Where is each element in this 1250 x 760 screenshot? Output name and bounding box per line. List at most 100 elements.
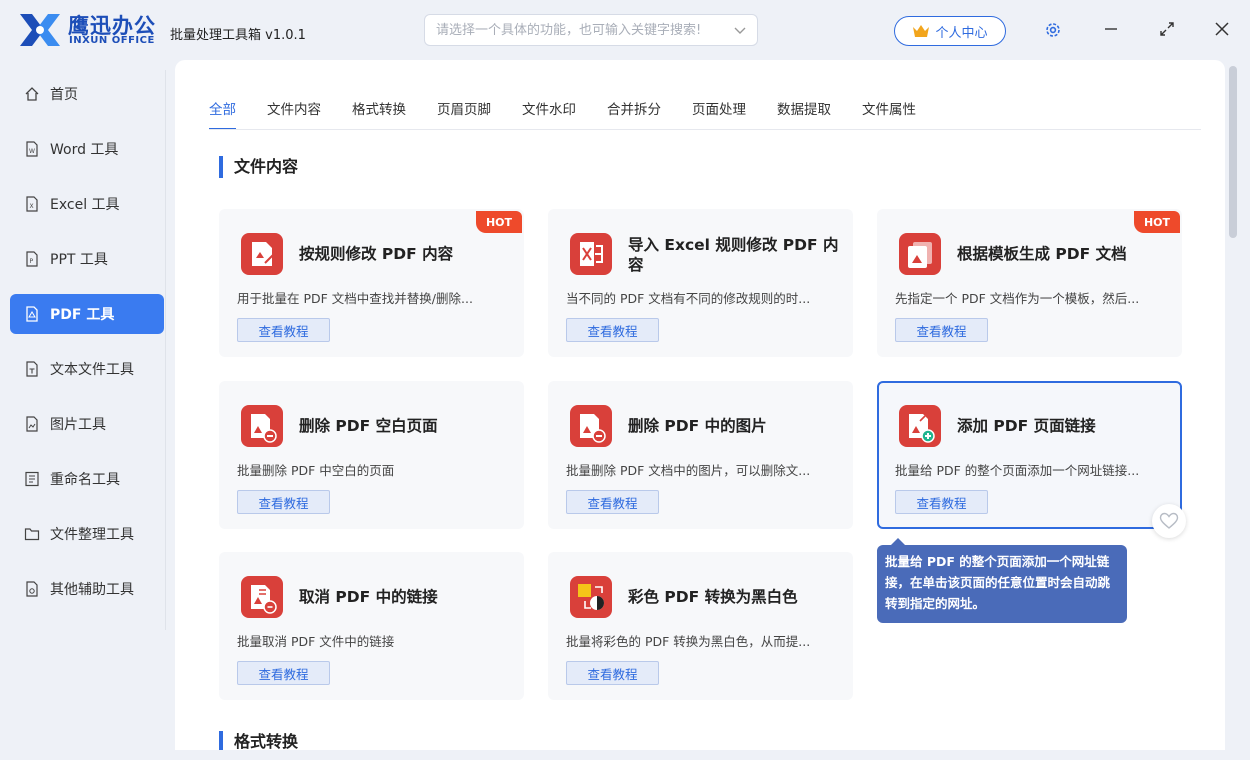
tab-file-properties[interactable]: 文件属性 <box>862 98 916 130</box>
svg-text:W: W <box>29 148 35 155</box>
sidebar-item-label: PPT 工具 <box>50 252 108 268</box>
tool-card[interactable]: 删除 PDF 中的图片 批量删除 PDF 文档中的图片，可以删除文... 查看教… <box>548 381 853 529</box>
card-description: 批量将彩色的 PDF 转换为黑白色，从而提... <box>566 634 811 649</box>
card-description: 先指定一个 PDF 文档作为一个模板，然后... <box>895 291 1140 306</box>
sidebar-item-organize[interactable]: 文件整理工具 <box>10 514 164 554</box>
sidebar-item-ppt[interactable]: P PPT 工具 <box>10 239 164 279</box>
sidebar-item-pdf[interactable]: PDF 工具 <box>10 294 164 334</box>
view-tutorial-button[interactable]: 查看教程 <box>237 490 330 514</box>
tool-card-selected[interactable]: 添加 PDF 页面链接 批量给 PDF 的整个页面添加一个网址链接... 查看教… <box>877 381 1182 529</box>
card-description: 批量删除 PDF 文档中的图片，可以删除文... <box>566 463 811 478</box>
pdf-add-link-icon <box>899 405 941 447</box>
card-title: 按规则修改 PDF 内容 <box>299 245 454 263</box>
svg-text:P: P <box>30 258 34 265</box>
sidebar-item-excel[interactable]: X Excel 工具 <box>10 184 164 224</box>
pdf-remove-link-icon <box>241 576 283 618</box>
word-file-icon: W <box>26 141 38 157</box>
close-icon[interactable] <box>1211 18 1233 40</box>
crown-icon <box>913 25 930 37</box>
tool-card[interactable]: 根据模板生成 PDF 文档 先指定一个 PDF 文档作为一个模板，然后... 查… <box>877 209 1182 357</box>
excel-import-icon <box>570 233 612 275</box>
tool-card[interactable]: 删除 PDF 空白页面 批量删除 PDF 中空白的页面 查看教程 <box>219 381 524 529</box>
tabs-divider <box>209 129 1201 130</box>
sidebar-item-image[interactable]: 图片工具 <box>10 404 164 444</box>
pdf-file-icon <box>26 306 38 322</box>
card-title: 根据模板生成 PDF 文档 <box>957 245 1127 263</box>
tool-card[interactable]: 按规则修改 PDF 内容 用于批量在 PDF 文档中查找并替换/删除... 查看… <box>219 209 524 357</box>
search-box[interactable] <box>424 14 758 46</box>
sidebar-item-label: 文件整理工具 <box>50 527 134 543</box>
card-title: 彩色 PDF 转换为黑白色 <box>628 588 798 606</box>
view-tutorial-button[interactable]: 查看教程 <box>895 490 988 514</box>
sidebar-item-label: Excel 工具 <box>50 197 120 213</box>
folder-icon <box>24 528 40 541</box>
heart-icon <box>1159 512 1179 529</box>
favorite-button[interactable] <box>1152 504 1186 538</box>
brand-name-en: INXUN OFFICE <box>69 35 155 46</box>
tab-data-extract[interactable]: 数据提取 <box>777 98 831 130</box>
gear-icon[interactable] <box>1044 21 1062 39</box>
sidebar-item-home[interactable]: 首页 <box>10 74 164 114</box>
view-tutorial-button[interactable]: 查看教程 <box>566 318 659 342</box>
minimize-icon[interactable] <box>1100 18 1122 40</box>
tool-card[interactable]: 导入 Excel 规则修改 PDF 内容 当不同的 PDF 文档有不同的修改规则… <box>548 209 853 357</box>
sidebar-item-label: PDF 工具 <box>50 307 115 323</box>
maximize-icon[interactable] <box>1156 18 1178 40</box>
tab-header-footer[interactable]: 页眉页脚 <box>437 98 491 130</box>
tab-all[interactable]: 全部 <box>209 98 236 130</box>
inxun-logo-icon <box>20 14 60 46</box>
sidebar-item-label: 文本文件工具 <box>50 362 134 378</box>
tab-file-content[interactable]: 文件内容 <box>267 98 321 130</box>
title-bar: 鹰迅办公 INXUN OFFICE 批量处理工具箱 v1.0.1 个人中心 <box>0 0 1250 60</box>
card-description: 用于批量在 PDF 文档中查找并替换/删除... <box>237 291 473 306</box>
tool-card[interactable]: 取消 PDF 中的链接 批量取消 PDF 文件中的链接 查看教程 <box>219 552 524 700</box>
color-to-grayscale-icon <box>570 576 612 618</box>
card-description: 批量给 PDF 的整个页面添加一个网址链接... <box>895 463 1140 478</box>
sidebar-item-label: 重命名工具 <box>50 472 120 488</box>
card-title: 删除 PDF 中的图片 <box>628 417 767 435</box>
sidebar-item-rename[interactable]: 重命名工具 <box>10 459 164 499</box>
card-description: 批量取消 PDF 文件中的链接 <box>237 634 395 649</box>
card-description: 当不同的 PDF 文档有不同的修改规则的时... <box>566 291 811 306</box>
hot-badge: HOT <box>1134 211 1180 233</box>
rename-icon <box>25 471 39 487</box>
user-center-label: 个人中心 <box>935 25 988 41</box>
view-tutorial-button[interactable]: 查看教程 <box>895 318 988 342</box>
section-title-format: 格式转换 <box>219 730 298 750</box>
svg-text:X: X <box>30 203 34 210</box>
sidebar-item-label: 图片工具 <box>50 417 106 433</box>
section-title-content: 文件内容 <box>219 155 298 179</box>
view-tutorial-button[interactable]: 查看教程 <box>566 490 659 514</box>
app-title: 批量处理工具箱 v1.0.1 <box>170 28 306 43</box>
tab-page-process[interactable]: 页面处理 <box>692 98 746 130</box>
chevron-down-icon[interactable] <box>733 23 747 37</box>
search-input[interactable] <box>425 15 715 45</box>
sidebar-item-misc[interactable]: 其他辅助工具 <box>10 569 164 609</box>
view-tutorial-button[interactable]: 查看教程 <box>237 318 330 342</box>
sidebar-item-label: 其他辅助工具 <box>50 582 134 598</box>
user-center-button[interactable]: 个人中心 <box>894 16 1006 46</box>
pdf-delete-image-icon <box>570 405 612 447</box>
view-tutorial-button[interactable]: 查看教程 <box>566 661 659 685</box>
sidebar-item-word[interactable]: W Word 工具 <box>10 129 164 169</box>
view-tutorial-button[interactable]: 查看教程 <box>237 661 330 685</box>
card-description: 批量删除 PDF 中空白的页面 <box>237 463 395 478</box>
sidebar-item-text[interactable]: 文本文件工具 <box>10 349 164 389</box>
misc-tool-icon <box>26 581 38 597</box>
tab-merge-split[interactable]: 合并拆分 <box>607 98 661 130</box>
home-icon <box>25 87 39 101</box>
sidebar-divider <box>165 70 166 630</box>
tab-watermark[interactable]: 文件水印 <box>522 98 576 130</box>
sidebar-item-label: Word 工具 <box>50 142 119 158</box>
pdf-template-icon <box>899 233 941 275</box>
tab-format-convert[interactable]: 格式转换 <box>352 98 406 130</box>
scrollbar-thumb[interactable] <box>1229 66 1237 238</box>
category-tabs: 全部 文件内容 格式转换 页眉页脚 文件水印 合并拆分 页面处理 数据提取 文件… <box>209 98 947 130</box>
card-title: 添加 PDF 页面链接 <box>957 417 1096 435</box>
sidebar-item-label: 首页 <box>50 87 78 103</box>
pdf-delete-page-icon <box>241 405 283 447</box>
main-panel: 全部 文件内容 格式转换 页眉页脚 文件水印 合并拆分 页面处理 数据提取 文件… <box>175 60 1225 750</box>
scrollbar[interactable] <box>1227 62 1239 750</box>
card-tooltip: 批量给 PDF 的整个页面添加一个网址链接，在单击该页面的任意位置时会自动跳转到… <box>877 538 1127 623</box>
tool-card[interactable]: 彩色 PDF 转换为黑白色 批量将彩色的 PDF 转换为黑白色，从而提... 查… <box>548 552 853 700</box>
